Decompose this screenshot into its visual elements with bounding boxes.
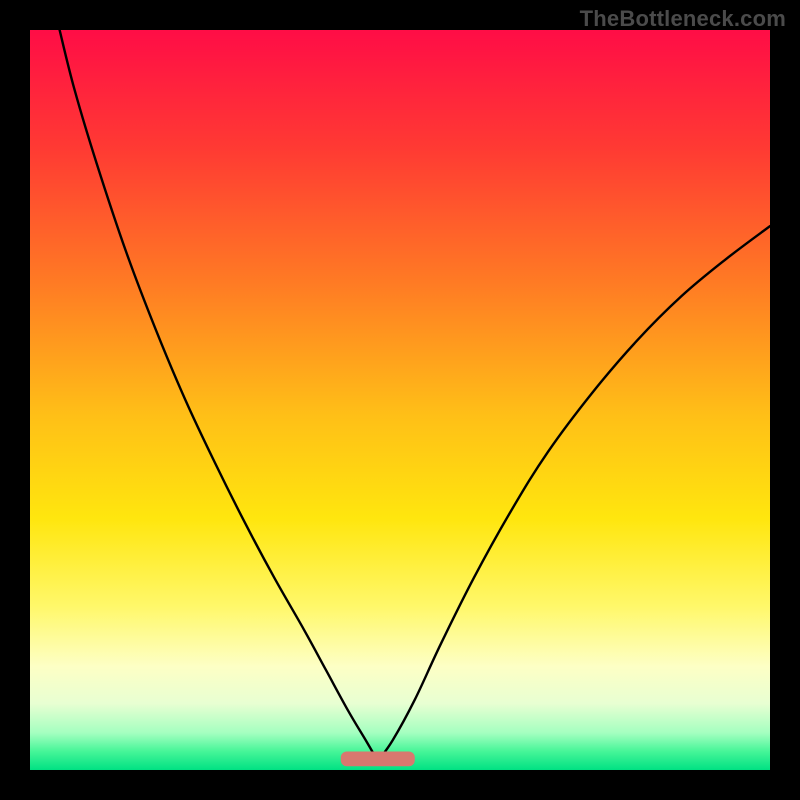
chart-frame: TheBottleneck.com xyxy=(0,0,800,800)
bottom-bar-marker xyxy=(341,752,415,767)
chart-svg xyxy=(30,30,770,770)
gradient-background xyxy=(30,30,770,770)
watermark-text: TheBottleneck.com xyxy=(580,6,786,32)
chart-plot-area xyxy=(30,30,770,770)
